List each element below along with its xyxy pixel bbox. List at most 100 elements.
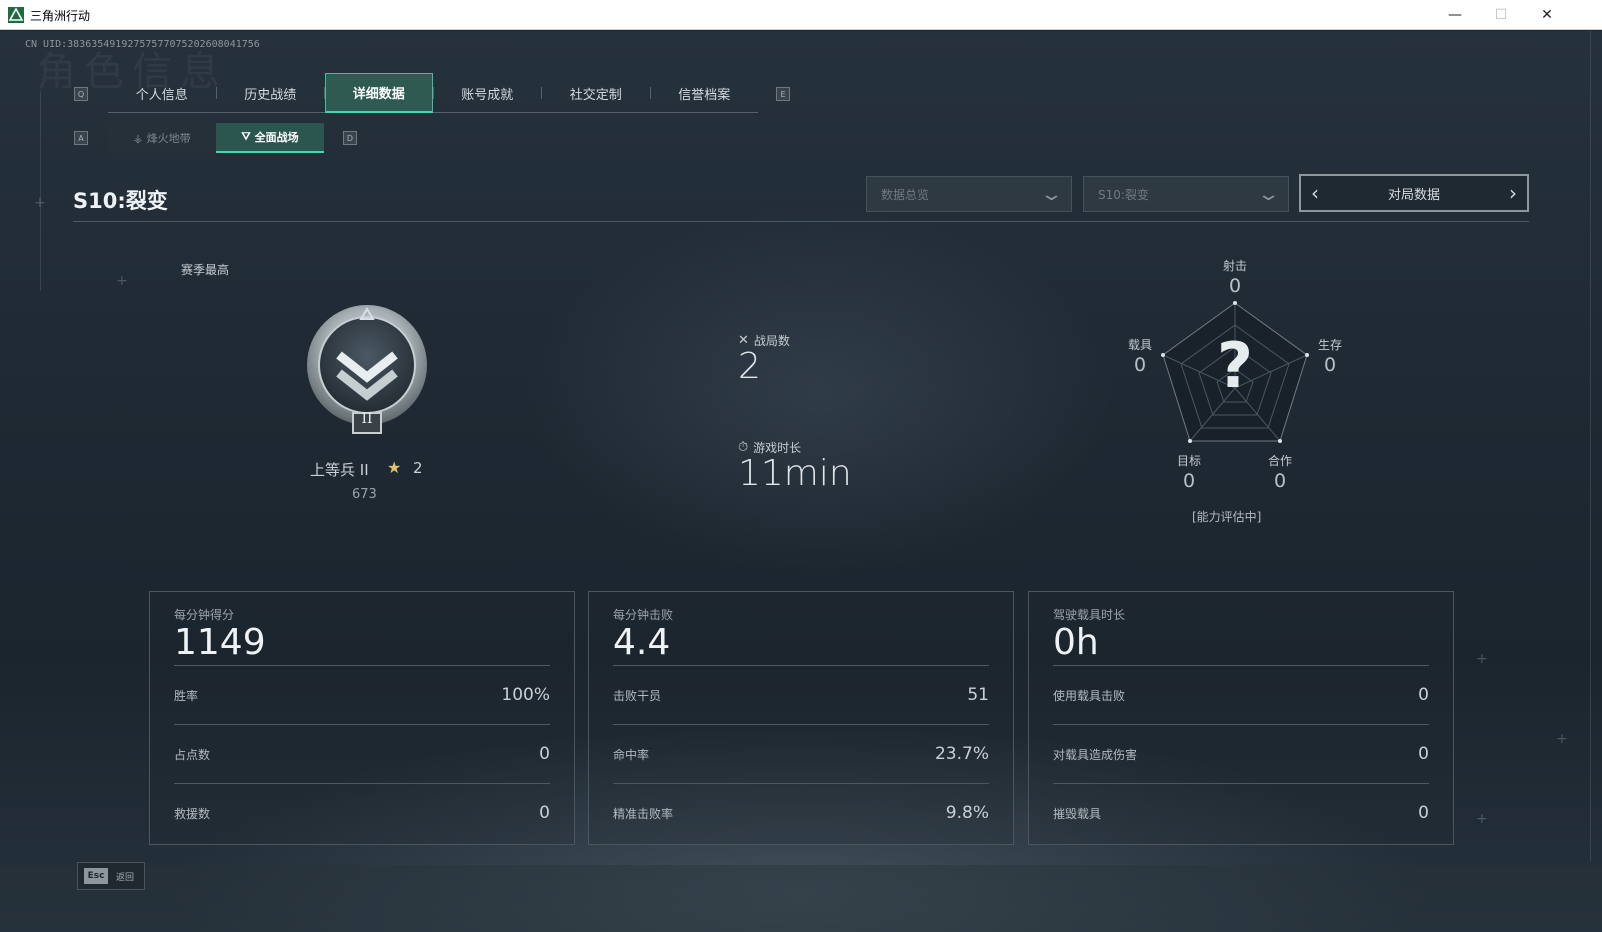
card-title: 每分钟击败: [613, 608, 674, 622]
season-dropdown-value: S10:裂变: [1098, 187, 1149, 202]
card-row-label: 命中率: [613, 747, 650, 762]
uid-line: CN UID:383635491927575770752026080417​56: [25, 39, 260, 50]
subtab-next-key[interactable]: D: [343, 131, 357, 145]
back-button[interactable]: Esc 返回: [77, 862, 145, 890]
card-row-label: 占点数: [174, 747, 211, 762]
rank-star-count: 2: [413, 459, 423, 477]
tab-next-key[interactable]: E: [776, 87, 790, 101]
radar-status: [能力评估中]: [1192, 510, 1262, 524]
card-row-value: 100%: [501, 685, 550, 705]
crosshair-mark: +: [1476, 811, 1488, 827]
card-row-value: 0: [1418, 744, 1429, 764]
tab-match-history[interactable]: 历史战绩: [217, 73, 325, 113]
radar-axis-label: 射击: [1222, 259, 1247, 273]
radar-axis-value: 0: [1323, 354, 1337, 376]
tab-personal-info[interactable]: 个人信息: [108, 73, 216, 113]
data-overview-dropdown-value: 数据总览: [881, 187, 930, 202]
game-viewport: 角色信息 CN UID:3836354919275757707520260804…: [0, 31, 1602, 932]
bottom-bar: [0, 865, 1602, 932]
playtime-value: 11min: [738, 453, 852, 494]
maximize-button[interactable]: ☐: [1478, 0, 1524, 30]
tab-achievements[interactable]: 账号成就: [434, 73, 542, 113]
season-title: S10:裂变: [73, 189, 168, 213]
back-label: 返回: [116, 872, 135, 883]
card-row-value: 0: [539, 803, 550, 823]
radar-axis-value: 0: [1228, 275, 1242, 297]
card-row-value: 0: [1418, 685, 1429, 705]
chevron-down-icon: ⌄: [1256, 184, 1281, 205]
score-card: 每分钟得分 1149 胜率 100% 占点数 0 救援数 0: [149, 591, 575, 845]
pager-label: 对局数据: [1387, 187, 1440, 203]
rank-tier-numeral: II: [361, 411, 373, 427]
radar-unknown-mark: ?: [1217, 329, 1253, 402]
main-tabbar: 个人信息 历史战绩 详细数据 账号成就 社交定制 信誉档案: [108, 73, 758, 113]
radar-axis-label: 合作: [1267, 454, 1292, 468]
crosshair-mark: +: [34, 195, 46, 211]
crosshair-mark: +: [1476, 651, 1488, 667]
subtab-warfare-label: 全面战场: [254, 131, 299, 144]
star-icon: ★: [387, 458, 402, 477]
arena-icon: ⚶: [133, 131, 143, 145]
vehicle-card: 驾驶载具时长 0h 使用载具击败 0 对载具造成伤害 0 摧毁载具 0: [1028, 591, 1454, 845]
season-dropdown[interactable]: S10:裂变 ⌄: [1083, 176, 1289, 212]
card-row: 对载具造成伤害 0: [1053, 724, 1429, 783]
card-row-label: 摧毁载具: [1053, 806, 1102, 821]
card-row: 摧毁载具 0: [1053, 783, 1429, 842]
card-row: 救援数 0: [174, 783, 550, 842]
card-row-value: 0: [1418, 803, 1429, 823]
subtab-warfare[interactable]: ⛛ 全面战场: [216, 123, 324, 153]
radar-axis-label: 生存: [1317, 338, 1342, 352]
card-row-label: 对载具造成伤害: [1053, 747, 1138, 762]
data-overview-dropdown[interactable]: 数据总览 ⌄: [866, 176, 1072, 212]
card-row: 命中率 23.7%: [613, 724, 989, 783]
subtab-operations-label: 烽火地带: [146, 132, 191, 145]
card-value: 4.4: [613, 622, 671, 663]
close-button[interactable]: ✕: [1524, 0, 1570, 30]
subtab-prev-key[interactable]: A: [74, 131, 88, 145]
kills-card: 每分钟击败 4.4 击败干员 51 命中率 23.7% 精准击败率 9.8%: [588, 591, 1014, 845]
chevron-left-icon[interactable]: ‹: [1311, 181, 1319, 205]
data-pager: ‹ 对局数据 ›: [1299, 174, 1529, 212]
radar-axis-value: 0: [1273, 470, 1287, 492]
crosshair-mark: +: [1556, 731, 1568, 747]
tab-credit-record[interactable]: 信誉档案: [651, 73, 759, 113]
rank-points: 673: [352, 487, 377, 502]
subtab-operations[interactable]: ⚶ 烽火地带: [108, 123, 216, 153]
tab-social-custom[interactable]: 社交定制: [542, 73, 650, 113]
card-row: 击败干员 51: [613, 665, 989, 724]
card-row-value: 51: [967, 685, 989, 705]
card-row: 使用载具击败 0: [1053, 665, 1429, 724]
card-row-label: 精准击败率: [613, 806, 674, 821]
card-row: 胜率 100%: [174, 665, 550, 724]
card-row-value: 0: [539, 744, 550, 764]
rank-name: 上等兵 II: [310, 461, 369, 479]
matches-value: 2: [738, 346, 761, 387]
edge-line-left: [40, 91, 41, 291]
crosshair-mark: +: [116, 273, 128, 289]
esc-key-icon: Esc: [84, 868, 108, 884]
card-row-value: 9.8%: [945, 803, 989, 823]
minimize-button[interactable]: —: [1432, 0, 1478, 30]
card-title: 驾驶载具时长: [1053, 608, 1126, 622]
window-titlebar: 三角洲行动 — ☐ ✕: [0, 0, 1602, 30]
card-row-label: 救援数: [174, 806, 211, 821]
card-row-label: 击败干员: [613, 688, 662, 703]
card-value: 1149: [174, 622, 266, 663]
window-title: 三角洲行动: [30, 9, 91, 23]
chevron-right-icon[interactable]: ›: [1509, 181, 1517, 205]
card-row: 精准击败率 9.8%: [613, 783, 989, 842]
card-row-label: 使用载具击败: [1053, 688, 1126, 703]
card-row-label: 胜率: [174, 688, 199, 703]
radar-axis-value: 0: [1133, 354, 1147, 376]
card-row-value: 23.7%: [934, 744, 989, 764]
tab-detailed-data[interactable]: 详细数据: [325, 73, 433, 113]
radar-axis-label: 载具: [1127, 338, 1152, 352]
card-title: 每分钟得分: [174, 608, 235, 622]
card-row: 占点数 0: [174, 724, 550, 783]
tab-prev-key[interactable]: Q: [74, 87, 88, 101]
season-best-caption: 赛季最高: [181, 263, 230, 277]
app-logo-icon: [8, 7, 24, 23]
edge-line-right: [1590, 31, 1591, 861]
battlefield-icon: ⛛: [241, 130, 251, 143]
radar-axis-label: 目标: [1176, 454, 1201, 468]
